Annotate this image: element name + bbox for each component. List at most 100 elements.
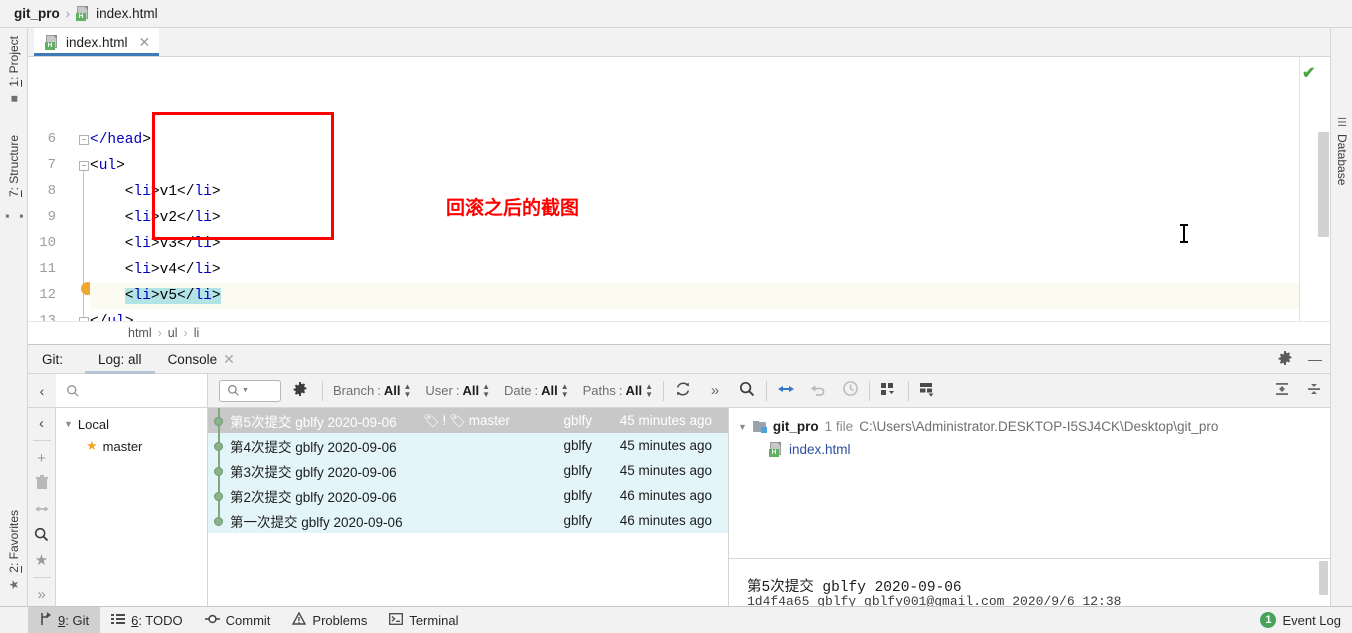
breadcrumb-project[interactable]: git_pro <box>14 6 60 21</box>
editor-gutter[interactable]: 6 7 8 9 10 11 12 13 − − − <box>28 57 94 321</box>
exclamation-marker: ! <box>442 413 447 428</box>
editor-main: 6 7 8 9 10 11 12 13 − − − <box>28 57 1330 321</box>
chevron-down-icon[interactable]: ▼ <box>64 419 73 429</box>
sidebar-item-project[interactable]: ■ 1: Project <box>0 34 28 108</box>
grid-layout-icon[interactable] <box>873 381 905 401</box>
star-icon[interactable]: ★ <box>29 548 55 571</box>
git-log-toolbar: ‹ ▼ Branch: All ▲ ▼ User: All ▲ ▼ Date … <box>28 374 1330 408</box>
database-icon: ☰ <box>1335 116 1348 129</box>
commit-subject: 第2次提交 gblfy 2020-09-06 <box>230 489 397 505</box>
filter-date[interactable]: Date: All ▲ ▼ <box>497 382 576 399</box>
close-icon[interactable]: ✕ <box>139 34 151 51</box>
star-icon: ★ <box>7 577 21 592</box>
line-number: 7 <box>47 157 56 173</box>
commit-author: gblfy <box>563 463 592 478</box>
line-number: 9 <box>47 209 56 225</box>
collapse-arrows-icon[interactable] <box>770 381 802 401</box>
changed-file-row[interactable]: H index.html <box>729 438 1330 461</box>
changed-files-root[interactable]: ▼ git_pro 1 file C:\Users\Administrator.… <box>729 415 1330 438</box>
find-icon[interactable] <box>731 381 763 401</box>
statusbar-item-commit[interactable]: Commit <box>194 607 282 633</box>
commit-text-filter-input[interactable]: ▼ <box>219 379 281 402</box>
chevron-down-icon[interactable]: ▼ <box>738 422 747 432</box>
chevron-updown-icon: ▲ ▼ <box>482 381 490 399</box>
commit-row[interactable]: 第4次提交 gblfy 2020-09-06 gblfy 45 minutes … <box>208 433 728 458</box>
branch-label: master <box>102 438 143 454</box>
clock-history-icon[interactable] <box>834 380 866 401</box>
code-area[interactable]: </head> <ul> <li>v1</li> <li>v2</li> <li… <box>90 57 1299 321</box>
commit-author: gblfy <box>563 488 592 503</box>
filter-branch[interactable]: Branch: All ▲ ▼ <box>326 382 418 399</box>
trash-icon[interactable] <box>29 472 55 495</box>
sidebar-item-structure[interactable]: ▪▪ 7: Structure <box>0 133 28 232</box>
undo-revert-icon[interactable] <box>802 381 834 401</box>
filter-user-name: User <box>425 383 453 398</box>
commit-graph <box>208 458 230 483</box>
statusbar-item-todo[interactable]: 6: TODO <box>100 607 194 633</box>
search-icon[interactable] <box>29 523 55 546</box>
tab-index-html[interactable]: H index.html ✕ <box>34 28 160 56</box>
gear-icon[interactable] <box>1270 350 1300 368</box>
refresh-icon[interactable] <box>667 381 699 401</box>
code-breadcrumb-li[interactable]: li <box>194 326 200 340</box>
commit-icon <box>204 613 220 628</box>
inspection-stripe[interactable]: ✔ <box>1299 57 1317 321</box>
code-breadcrumb-ul[interactable]: ul <box>168 326 178 340</box>
commit-date: 46 minutes ago <box>619 488 712 503</box>
commit-subject: 第5次提交 gblfy 2020-09-06 <box>230 414 397 430</box>
expand-all-icon[interactable] <box>1266 381 1298 401</box>
statusbar-item-event-log[interactable]: 1 Event Log <box>1249 607 1352 633</box>
branch-item-master[interactable]: ★ master <box>56 435 207 457</box>
filter-user-value: All <box>462 383 480 398</box>
code-line: </ul> <box>90 309 1299 321</box>
branch-tag-icon-green: 🏷 <box>449 412 466 428</box>
changed-file-name: index.html <box>789 442 851 457</box>
filter-user[interactable]: User: All ▲ ▼ <box>418 381 497 399</box>
branch-search-input[interactable] <box>56 374 208 407</box>
sidebar-item-favorites[interactable]: ★ 2: Favorites <box>0 508 28 594</box>
fold-toggle-icon[interactable]: − <box>79 135 89 145</box>
commit-row[interactable]: 第3次提交 gblfy 2020-09-06 gblfy 45 minutes … <box>208 458 728 483</box>
commit-details-body: 第5次提交 gblfy 2020-09-06 1d4f4a65 gblfy gb… <box>729 558 1330 606</box>
html-file-icon: H <box>76 6 90 21</box>
commit-row[interactable]: 第5次提交 gblfy 2020-09-06 🏷 ! 🏷 master gblf… <box>208 408 728 433</box>
commit-row[interactable]: 第一次提交 gblfy 2020-09-06 gblfy 46 minutes … <box>208 508 728 533</box>
root-folder-name: git_pro <box>772 419 819 434</box>
details-commit-meta: 1d4f4a65 gblfy gblfy001@gmail.com 2020/9… <box>747 594 1122 606</box>
log-settings-gear-icon[interactable] <box>281 382 319 399</box>
details-scrollbar-thumb[interactable] <box>1319 561 1328 595</box>
scrollbar-thumb[interactable] <box>1318 132 1329 237</box>
back-icon[interactable]: ‹ <box>28 383 56 399</box>
fold-toggle-icon[interactable]: − <box>79 317 89 321</box>
git-log-content: ‹ + ★ » ▼ Local ★ master 第5次提交 gblfy 202… <box>28 408 1330 606</box>
add-icon[interactable]: + <box>29 446 55 469</box>
panel-layout-icon[interactable] <box>912 381 944 401</box>
statusbar-item-terminal[interactable]: Terminal <box>378 607 469 633</box>
close-icon[interactable]: ✕ <box>223 351 235 368</box>
filter-date-value: All <box>541 383 558 398</box>
breadcrumb-file[interactable]: index.html <box>96 6 158 21</box>
toolbar-overflow-icon[interactable]: » <box>699 382 731 399</box>
branch-group-local[interactable]: ▼ Local <box>56 413 207 435</box>
sidebar-item-database[interactable]: ☰ Database <box>1331 116 1352 185</box>
statusbar-item-git[interactable]: 9: Git <box>28 606 101 633</box>
statusbar-item-problems[interactable]: Problems <box>281 607 378 633</box>
fold-toggle-icon[interactable]: − <box>79 161 89 171</box>
editor-scrollbar[interactable] <box>1317 57 1330 321</box>
tab-log-all[interactable]: Log: all <box>85 344 155 374</box>
commit-subject: 第一次提交 gblfy 2020-09-06 <box>230 514 403 530</box>
back-icon[interactable]: ‹ <box>29 412 55 435</box>
filter-paths[interactable]: Paths: All ▲ ▼ <box>576 382 660 399</box>
code-breadcrumb-html[interactable]: html <box>128 326 152 340</box>
commit-row[interactable]: 第2次提交 gblfy 2020-09-06 gblfy 46 minutes … <box>208 483 728 508</box>
collapse-all-icon[interactable] <box>1298 381 1330 401</box>
terminal-icon <box>389 612 404 628</box>
tab-console[interactable]: Console ✕ <box>155 344 248 374</box>
structure-icon: ▪▪ <box>0 209 28 224</box>
commit-date: 45 minutes ago <box>619 413 712 428</box>
commit-date: 46 minutes ago <box>619 513 712 528</box>
more-icon[interactable]: » <box>29 582 55 605</box>
file-count: 1 file <box>824 419 854 434</box>
minimize-icon[interactable]: — <box>1300 351 1330 367</box>
collapse-icon[interactable] <box>29 497 55 520</box>
